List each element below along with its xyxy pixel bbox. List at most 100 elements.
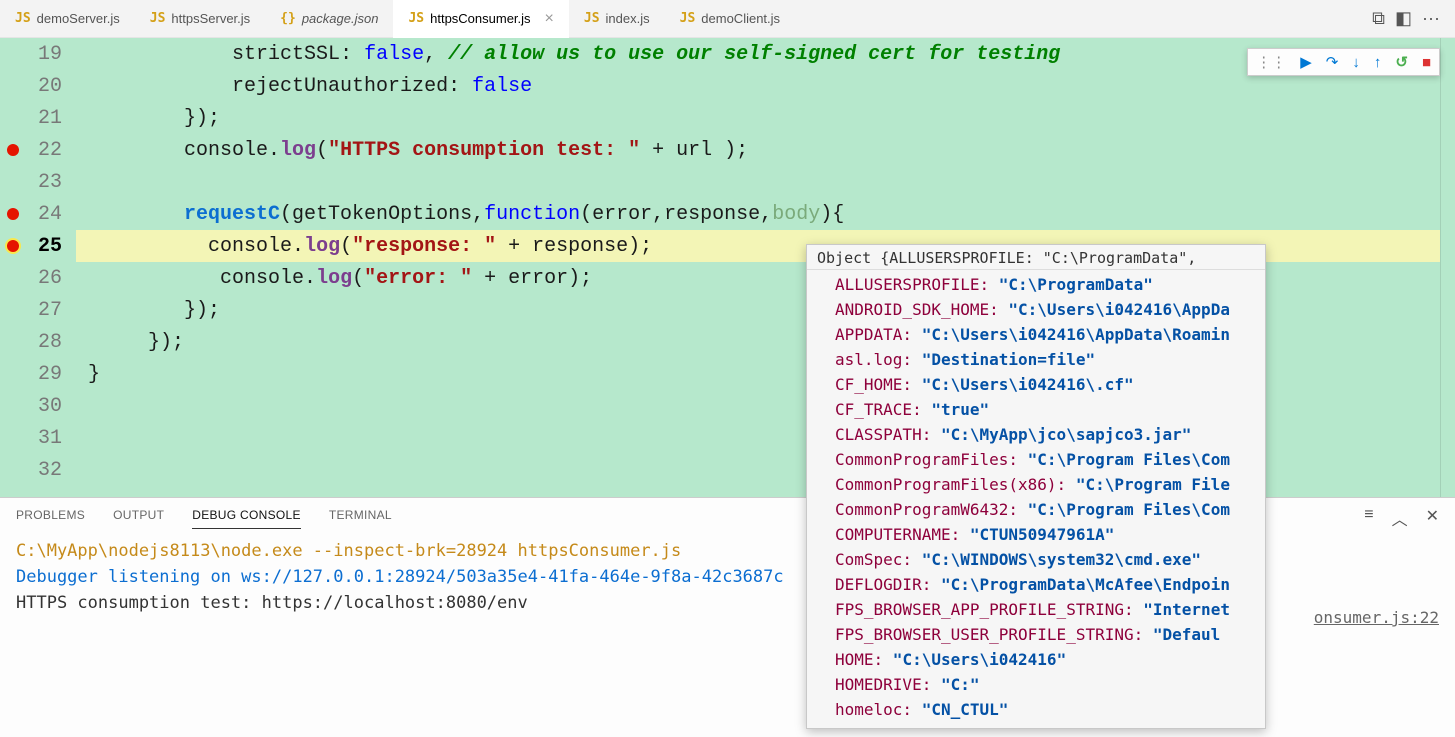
breakpoint-gutter[interactable] — [0, 240, 25, 252]
tab-problems[interactable]: PROBLEMS — [16, 508, 85, 528]
hover-key: FPS_BROWSER_APP_PROFILE_STRING: — [835, 600, 1134, 619]
minimap[interactable] — [1440, 38, 1455, 497]
hover-value: "C:\ProgramData" — [989, 275, 1153, 294]
tab-index[interactable]: JSindex.js — [569, 0, 665, 38]
step-into-button[interactable]: ↓ — [1352, 54, 1360, 71]
line-number: 27 — [25, 299, 70, 322]
hover-row[interactable]: HOME: "C:\Users\i042416" — [807, 647, 1265, 672]
hover-row[interactable]: ALLUSERSPROFILE: "C:\ProgramData" — [807, 272, 1265, 297]
hover-row[interactable]: CommonProgramFiles(x86): "C:\Program Fil… — [807, 472, 1265, 497]
hover-key: CommonProgramW6432: — [835, 500, 1018, 519]
tab-packagejson[interactable]: {}package.json — [265, 0, 393, 38]
hover-value: "Internet — [1134, 600, 1230, 619]
grip-icon[interactable]: ⋮⋮ — [1256, 53, 1286, 71]
hover-body: ALLUSERSPROFILE: "C:\ProgramData"ANDROID… — [807, 270, 1265, 724]
tab-democlient[interactable]: JS demoClient.js — [665, 0, 795, 38]
line-number: 32 — [25, 459, 70, 482]
tab-demoserver[interactable]: JS demoServer.js — [0, 0, 135, 38]
hover-row[interactable]: HOMEDRIVE: "C:" — [807, 672, 1265, 697]
line-number: 23 — [25, 171, 70, 194]
breakpoint-icon — [7, 208, 19, 220]
hover-row[interactable]: asl.log: "Destination=file" — [807, 347, 1265, 372]
debug-hover[interactable]: Object {ALLUSERSPROFILE: "C:\ProgramData… — [806, 244, 1266, 729]
hover-value: "C:\MyApp\jco\sapjco3.jar" — [931, 425, 1191, 444]
line-number: 19 — [25, 43, 70, 66]
tab-httpsconsumer[interactable]: JS httpsConsumer.js × — [393, 0, 568, 38]
line-number: 22 — [25, 139, 70, 162]
hover-key: homeloc: — [835, 700, 912, 719]
hover-row[interactable]: ComSpec: "C:\WINDOWS\system32\cmd.exe" — [807, 547, 1265, 572]
hover-key: ComSpec: — [835, 550, 912, 569]
line-number: 21 — [25, 107, 70, 130]
line-number: 29 — [25, 363, 70, 386]
hover-key: DEFLOGDIR: — [835, 575, 931, 594]
hover-key: CLASSPATH: — [835, 425, 931, 444]
hover-key: CommonProgramFiles(x86): — [835, 475, 1066, 494]
hover-value: "C:\Program Files\Com — [1018, 500, 1230, 519]
continue-button[interactable]: ▶ — [1300, 53, 1312, 71]
hover-key: ANDROID_SDK_HOME: — [835, 300, 999, 319]
line-number: 28 — [25, 331, 70, 354]
line-number: 25 — [25, 235, 70, 258]
hover-row[interactable]: CommonProgramFiles: "C:\Program Files\Co… — [807, 447, 1265, 472]
hover-value: "C:\ProgramData\McAfee\Endpoin — [931, 575, 1230, 594]
restart-button[interactable]: ↺ — [1395, 53, 1408, 71]
js-icon: JS — [680, 11, 696, 26]
stop-button[interactable]: ■ — [1422, 54, 1431, 71]
gutter: 1920212223242526272829303132 — [0, 38, 76, 497]
editor: 1920212223242526272829303132 strictSSL: … — [0, 38, 1455, 497]
hover-row[interactable]: ANDROID_SDK_HOME: "C:\Users\i042416\AppD… — [807, 297, 1265, 322]
source-link[interactable]: onsumer.js:22 — [1314, 608, 1439, 627]
hover-header: Object {ALLUSERSPROFILE: "C:\ProgramData… — [807, 245, 1265, 270]
line-number: 20 — [25, 75, 70, 98]
line-number: 31 — [25, 427, 70, 450]
tab-label: package.json — [302, 11, 379, 26]
step-out-button[interactable]: ↑ — [1374, 54, 1382, 71]
tab-httpsserver[interactable]: JShttpsServer.js — [135, 0, 265, 38]
line-number: 30 — [25, 395, 70, 418]
hover-key: CommonProgramFiles: — [835, 450, 1018, 469]
line-number: 24 — [25, 203, 70, 226]
js-icon: JS — [408, 11, 424, 26]
hover-key: CF_TRACE: — [835, 400, 922, 419]
hover-row[interactable]: DEFLOGDIR: "C:\ProgramData\McAfee\Endpoi… — [807, 572, 1265, 597]
debug-toolbar: ⋮⋮ ▶ ↷ ↓ ↑ ↺ ■ — [1247, 48, 1440, 76]
tab-label: httpsConsumer.js — [430, 11, 530, 26]
hover-key: CF_HOME: — [835, 375, 912, 394]
hover-row[interactable]: CF_HOME: "C:\Users\i042416\.cf" — [807, 372, 1265, 397]
more-icon[interactable]: ··· — [1422, 8, 1440, 29]
hover-key: ALLUSERSPROFILE: — [835, 275, 989, 294]
hover-value: "C:\Users\i042416" — [883, 650, 1066, 669]
hover-key: FPS_BROWSER_USER_PROFILE_STRING: — [835, 625, 1143, 644]
js-icon: JS — [15, 11, 31, 26]
hover-value: "C:\Program File — [1066, 475, 1230, 494]
step-over-button[interactable]: ↷ — [1326, 53, 1339, 71]
title-actions: ⧉ ◧ ··· — [1372, 8, 1455, 29]
tab-label: demoServer.js — [37, 11, 120, 26]
hover-key: COMPUTERNAME: — [835, 525, 960, 544]
breakpoint-gutter[interactable] — [0, 144, 25, 156]
split-editor-icon[interactable]: ◧ — [1395, 8, 1412, 29]
hover-value: "C:\WINDOWS\system32\cmd.exe" — [912, 550, 1201, 569]
editor-tabs: JS demoServer.js JShttpsServer.js {}packa… — [0, 0, 1455, 38]
hover-value: "C:\Program Files\Com — [1018, 450, 1230, 469]
js-icon: JS — [150, 11, 166, 26]
hover-row[interactable]: FPS_BROWSER_APP_PROFILE_STRING: "Interne… — [807, 597, 1265, 622]
hover-row[interactable]: CommonProgramW6432: "C:\Program Files\Co… — [807, 497, 1265, 522]
hover-row[interactable]: APPDATA: "C:\Users\i042416\AppData\Roami… — [807, 322, 1265, 347]
hover-value: "Destination=file" — [912, 350, 1095, 369]
hover-value: "C:\Users\i042416\AppData\Roamin — [912, 325, 1230, 344]
compare-icon[interactable]: ⧉ — [1372, 8, 1385, 29]
hover-value: "C:" — [931, 675, 979, 694]
hover-row[interactable]: COMPUTERNAME: "CTUN50947961A" — [807, 522, 1265, 547]
code-area[interactable]: strictSSL: false, // allow us to use our… — [76, 38, 1440, 497]
breakpoint-gutter[interactable] — [0, 208, 25, 220]
close-icon[interactable]: × — [545, 10, 554, 28]
breakpoint-icon — [7, 240, 19, 252]
hover-row[interactable]: CF_TRACE: "true" — [807, 397, 1265, 422]
hover-value: "C:\Users\i042416\AppDa — [999, 300, 1230, 319]
hover-row[interactable]: homeloc: "CN_CTUL" — [807, 697, 1265, 722]
hover-row[interactable]: FPS_BROWSER_USER_PROFILE_STRING: "Defaul — [807, 622, 1265, 647]
tab-label: demoClient.js — [701, 11, 780, 26]
hover-row[interactable]: CLASSPATH: "C:\MyApp\jco\sapjco3.jar" — [807, 422, 1265, 447]
